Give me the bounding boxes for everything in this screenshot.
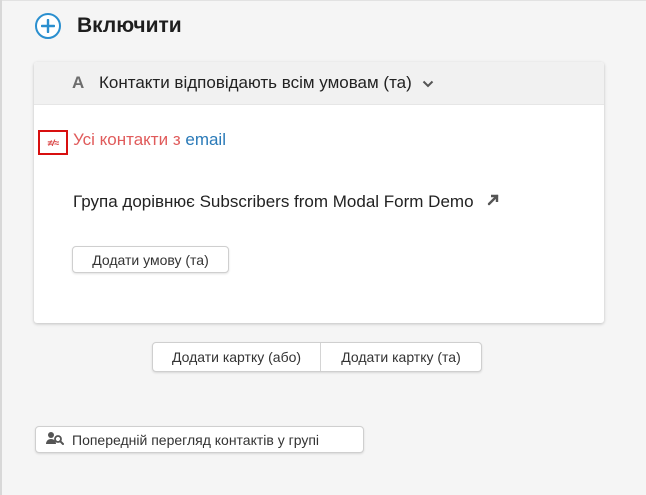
include-section-header: Включити: [35, 11, 182, 41]
condition-card: A Контакти відповідають всім умовам (та)…: [34, 62, 604, 323]
top-divider: [0, 0, 646, 1]
preview-contacts-label: Попередній перегляд контактів у групі: [72, 431, 320, 448]
condition-operator-icon[interactable]: ≠/≈: [38, 130, 68, 155]
add-card-and-button[interactable]: Додати картку (та): [321, 343, 481, 371]
match-mode-label: Контакти відповідають всім умовам (та): [99, 73, 412, 92]
section-title: Включити: [77, 14, 182, 37]
all-contacts-condition[interactable]: Усі контакти з email: [73, 130, 226, 150]
email-link[interactable]: email: [185, 130, 226, 149]
all-contacts-prefix: Усі контакти з: [73, 130, 181, 149]
add-card-or-button[interactable]: Додати картку (або): [153, 343, 321, 371]
card-letter: A: [72, 73, 85, 92]
plus-circle-icon[interactable]: [35, 13, 61, 39]
left-divider: [0, 0, 2, 495]
group-condition-text: Група дорівнює Subscribers from Modal Fo…: [73, 192, 474, 211]
card-header: A Контакти відповідають всім умовам (та): [34, 62, 604, 105]
group-condition: Група дорівнює Subscribers from Modal Fo…: [73, 192, 500, 212]
user-search-icon: [46, 431, 64, 448]
add-card-button-group: Додати картку (або) Додати картку (та): [152, 342, 482, 372]
chevron-down-icon: [422, 73, 434, 93]
add-condition-button[interactable]: Додати умову (та): [72, 246, 229, 273]
external-link-icon[interactable]: [486, 192, 500, 212]
match-mode-dropdown[interactable]: Контакти відповідають всім умовам (та): [99, 73, 434, 93]
preview-contacts-button[interactable]: Попередній перегляд контактів у групі: [35, 426, 364, 453]
